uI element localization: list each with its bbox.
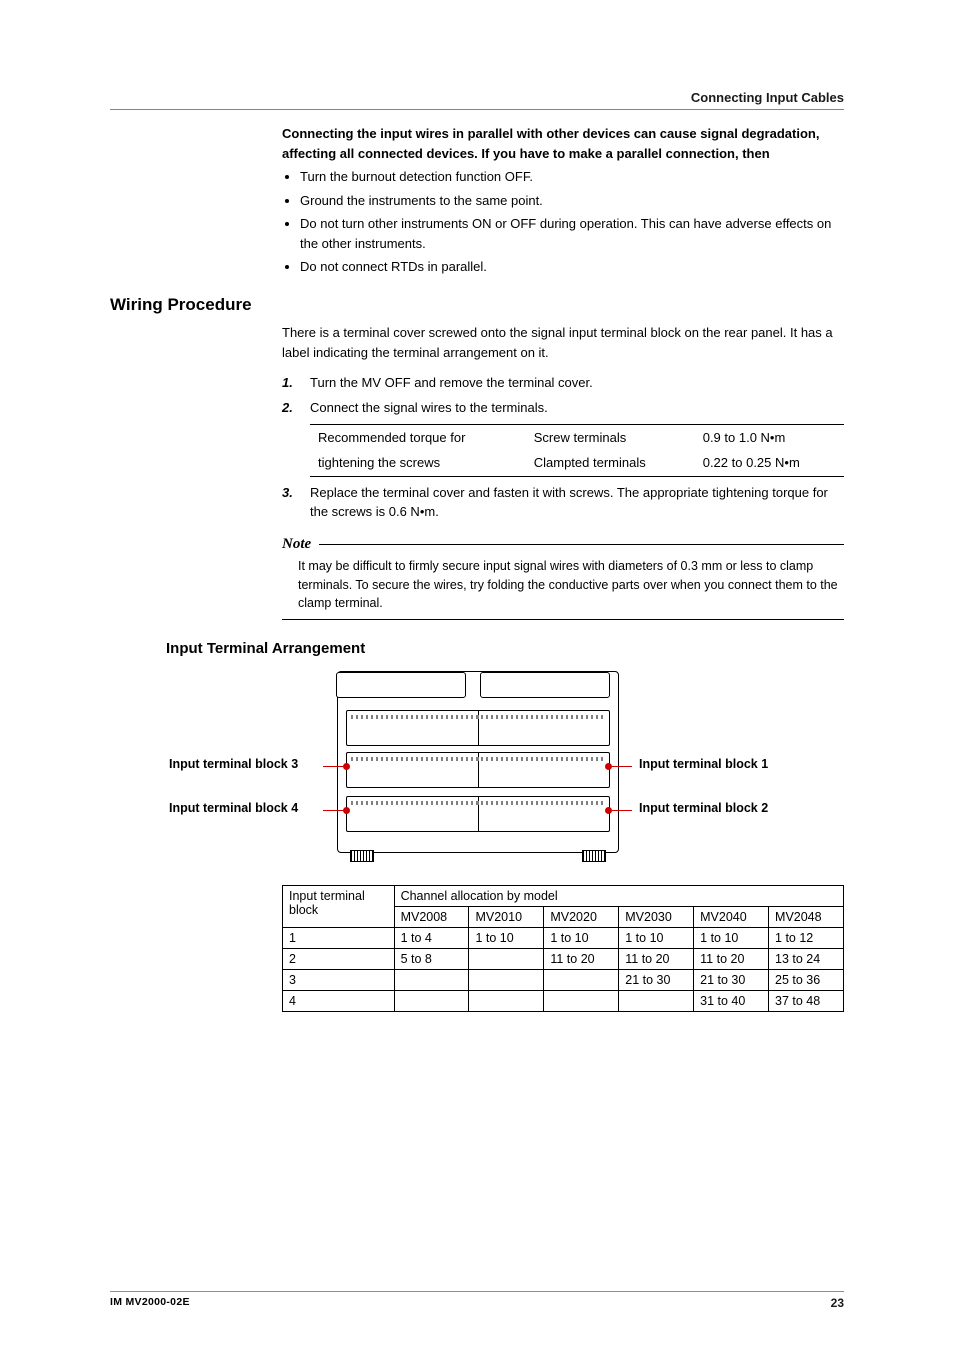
cell: 1 to 10 xyxy=(619,928,694,949)
clamp-terminals-label: Clampted terminals xyxy=(526,450,695,476)
cell: 1 to 4 xyxy=(394,928,469,949)
wiring-procedure-heading: Wiring Procedure xyxy=(110,295,844,315)
cell: 11 to 20 xyxy=(694,949,769,970)
label-block-4: Input terminal block 4 xyxy=(169,801,298,815)
label-block-2: Input terminal block 2 xyxy=(639,801,768,815)
row-index: 2 xyxy=(283,949,395,970)
table-row: 4 31 to 40 37 to 48 xyxy=(283,991,844,1012)
cell: 13 to 24 xyxy=(769,949,844,970)
cell xyxy=(469,970,544,991)
note-title: Note xyxy=(282,536,311,553)
label-block-3: Input terminal block 3 xyxy=(169,757,298,771)
wiring-steps: Turn the MV OFF and remove the terminal … xyxy=(282,373,844,522)
cell: 11 to 20 xyxy=(544,949,619,970)
callout-dot xyxy=(343,807,350,814)
cell xyxy=(544,991,619,1012)
step-2: Connect the signal wires to the terminal… xyxy=(282,398,844,477)
cell: 5 to 8 xyxy=(394,949,469,970)
cell: 31 to 40 xyxy=(694,991,769,1012)
cell xyxy=(469,949,544,970)
callout-dot xyxy=(605,807,612,814)
page-footer: IM MV2000-02E 23 xyxy=(110,1291,844,1310)
table-row: 2 5 to 8 11 to 20 11 to 20 11 to 20 13 t… xyxy=(283,949,844,970)
cell xyxy=(544,970,619,991)
step-1: Turn the MV OFF and remove the terminal … xyxy=(282,373,844,393)
col0-line1: Input terminal xyxy=(289,889,365,903)
callout-dot xyxy=(343,763,350,770)
model-header: MV2030 xyxy=(619,907,694,928)
row-index: 4 xyxy=(283,991,395,1012)
cell: 37 to 48 xyxy=(769,991,844,1012)
page-number: 23 xyxy=(831,1296,844,1310)
arrangement-heading: Input Terminal Arrangement xyxy=(166,640,844,657)
callout-lead xyxy=(612,810,632,811)
model-header: MV2010 xyxy=(469,907,544,928)
parallel-warning-list: Turn the burnout detection function OFF.… xyxy=(282,167,844,277)
clamp-terminals-value: 0.22 to 0.25 N•m xyxy=(695,450,844,476)
note-rule xyxy=(319,544,844,545)
list-item: Turn the burnout detection function OFF. xyxy=(300,167,844,187)
col0-line2: block xyxy=(289,903,318,917)
cell: 1 to 10 xyxy=(469,928,544,949)
callout-dot xyxy=(605,763,612,770)
cell xyxy=(394,991,469,1012)
header-rule xyxy=(110,109,844,110)
step-3: Replace the terminal cover and fasten it… xyxy=(282,483,844,522)
channel-allocation-table: Input terminal block Channel allocation … xyxy=(282,885,844,1012)
row-index: 3 xyxy=(283,970,395,991)
callout-lead xyxy=(323,766,343,767)
parallel-warning-paragraph: Connecting the input wires in parallel w… xyxy=(282,124,844,163)
cell xyxy=(469,991,544,1012)
label-block-1: Input terminal block 1 xyxy=(639,757,768,771)
model-header: MV2020 xyxy=(544,907,619,928)
list-item: Ground the instruments to the same point… xyxy=(300,191,844,211)
torque-table: Recommended torque for Screw terminals 0… xyxy=(310,424,844,477)
table-row: 1 1 to 4 1 to 10 1 to 10 1 to 10 1 to 10… xyxy=(283,928,844,949)
model-header: MV2048 xyxy=(769,907,844,928)
cell xyxy=(394,970,469,991)
cell: 1 to 10 xyxy=(544,928,619,949)
cell xyxy=(619,991,694,1012)
rear-panel-diagram: Input terminal block 3 Input terminal bl… xyxy=(207,667,747,867)
table-row: 3 21 to 30 21 to 30 25 to 36 xyxy=(283,970,844,991)
note-block: Note It may be difficult to firmly secur… xyxy=(282,536,844,620)
section-header: Connecting Input Cables xyxy=(110,90,844,105)
channel-span-header: Channel allocation by model xyxy=(394,886,843,907)
cell: 25 to 36 xyxy=(769,970,844,991)
row-index: 1 xyxy=(283,928,395,949)
cell: 21 to 30 xyxy=(619,970,694,991)
note-body: It may be difficult to firmly secure inp… xyxy=(282,553,844,620)
screw-terminals-value: 0.9 to 1.0 N•m xyxy=(695,424,844,450)
cell: 1 to 12 xyxy=(769,928,844,949)
list-item: Do not connect RTDs in parallel. xyxy=(300,257,844,277)
callout-lead xyxy=(323,810,343,811)
doc-id: IM MV2000-02E xyxy=(110,1296,190,1310)
model-header: MV2040 xyxy=(694,907,769,928)
step-2-text: Connect the signal wires to the terminal… xyxy=(310,400,548,415)
cell: 1 to 10 xyxy=(694,928,769,949)
torque-label-line1: Recommended torque for xyxy=(310,424,526,450)
screw-terminals-label: Screw terminals xyxy=(526,424,695,450)
cell: 11 to 20 xyxy=(619,949,694,970)
callout-lead xyxy=(612,766,632,767)
wiring-intro: There is a terminal cover screwed onto t… xyxy=(282,323,844,363)
list-item: Do not turn other instruments ON or OFF … xyxy=(300,214,844,253)
torque-label-line2: tightening the screws xyxy=(310,450,526,476)
model-header: MV2008 xyxy=(394,907,469,928)
cell: 21 to 30 xyxy=(694,970,769,991)
